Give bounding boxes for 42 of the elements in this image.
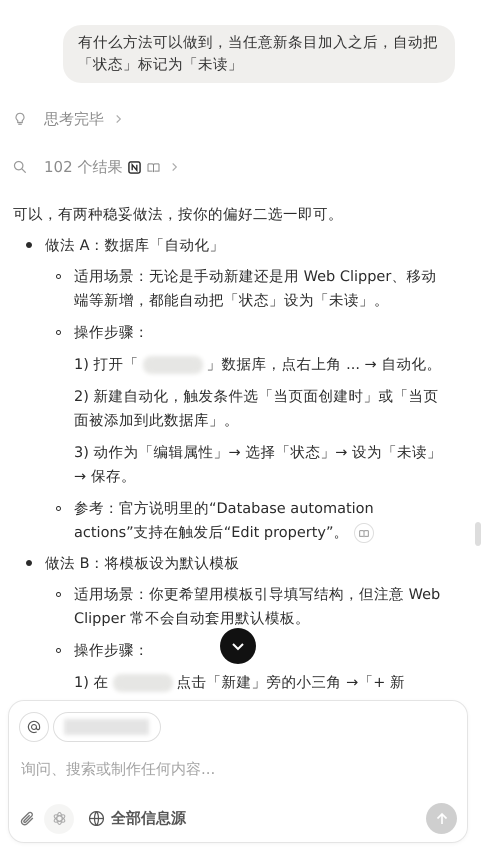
bullet-dot [26, 242, 32, 248]
redacted-blur [142, 356, 202, 374]
steps-label: 操作步骤： [74, 324, 149, 343]
step-text: 1) 打开「 [74, 357, 138, 373]
at-sign-icon [27, 720, 41, 734]
send-button[interactable] [426, 803, 457, 834]
thinking-toggle[interactable]: 思考完毕 [44, 110, 104, 128]
chevron-right-icon[interactable] [114, 114, 123, 124]
scroll-down-button[interactable] [220, 628, 256, 664]
bullet-circle [56, 506, 61, 511]
method-title: 做法 B：将模板设为默认模板 [45, 554, 240, 572]
answer-text: 适用场景：你更希望用模板引导填写结构，但注意 Web Clipper 常不会自动套用默认模板。 [74, 586, 442, 629]
chevron-right-icon[interactable] [170, 162, 180, 172]
citation-button[interactable] [354, 523, 374, 544]
step-text: 2) 新建自动化，触发条件选「当页面创建时」或「当页面被添加到此数据库」。 [74, 388, 440, 431]
lightbulb-icon [13, 112, 27, 126]
bullet-circle [56, 330, 61, 335]
model-button[interactable] [44, 804, 74, 834]
bullet-circle [56, 274, 61, 279]
step-text: 3) 动作为「编辑属性」→ 选择「状态」→ 设为「未读」→ 保存。 [74, 444, 444, 487]
bullet-dot [26, 560, 32, 566]
answer-text: 参考：官方说明里的“Database automation actions”支持在触发后“Edit property”。 [74, 497, 447, 545]
step-text: 」数据库，点右上角 ... → 自动化。 [206, 357, 442, 373]
search-icon [13, 160, 27, 174]
bullet-circle [56, 592, 61, 597]
answer-intro: 可以，有两种稳妥做法，按你的偏好二选一即可。 [12, 206, 344, 225]
method-title: 做法 A：数据库「自动化」 [45, 236, 225, 254]
user-message: 有什么方法可以做到，当任意新条目加入之后，自动把「状态」标记为「未读」 [63, 25, 455, 83]
globe-icon [88, 810, 105, 827]
mention-button[interactable] [19, 712, 49, 742]
sources-button[interactable]: 全部信息源 [82, 809, 186, 828]
search-results-toggle[interactable]: 102 个结果 [44, 158, 122, 176]
answer-text: 适用场景：无论是手动新建还是用 Web Clipper、移动端等新增，都能自动把「状态」设为「未读」。 [74, 268, 438, 311]
paperclip-icon[interactable] [19, 810, 36, 827]
scrollbar-thumb[interactable] [475, 522, 481, 546]
step-text: 1) 在 [74, 675, 108, 691]
bullet-circle [56, 648, 61, 653]
book-icon [147, 162, 160, 172]
redacted-blur [112, 674, 172, 692]
steps-label: 操作步骤： [74, 642, 149, 661]
book-icon [359, 528, 370, 538]
step-text: 点击「新建」旁的小三角 →「+ 新 [176, 675, 406, 691]
